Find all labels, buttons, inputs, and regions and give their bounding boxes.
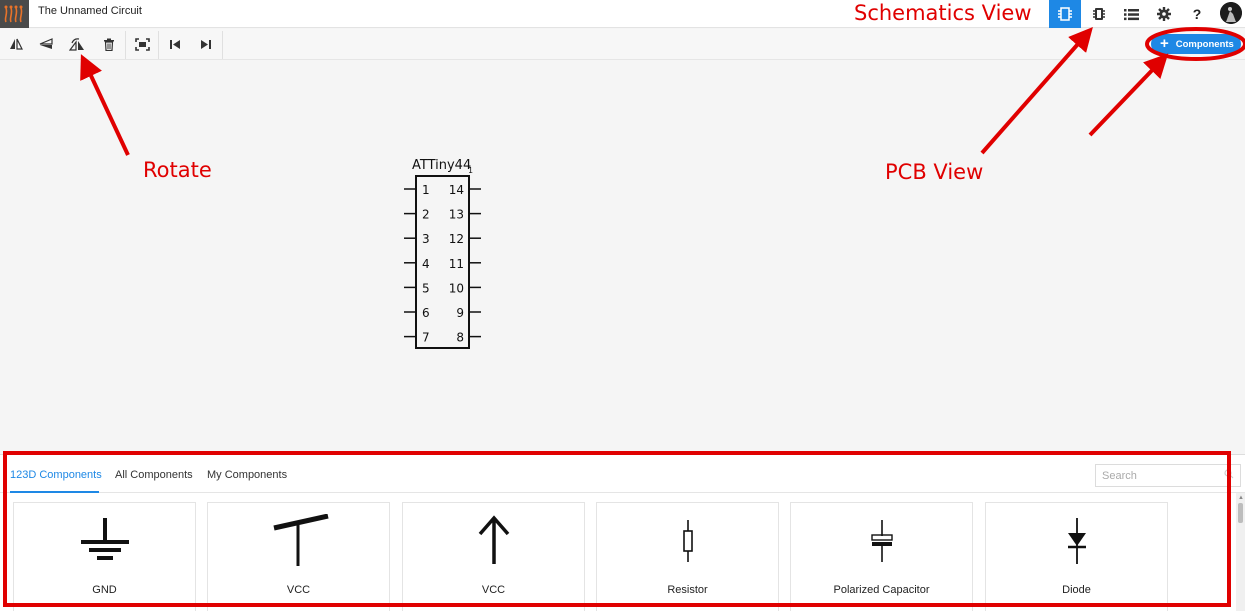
- plus-icon: +: [1160, 34, 1169, 52]
- app-logo[interactable]: [0, 0, 29, 28]
- component-card-resistor[interactable]: Resistor: [596, 502, 779, 611]
- vcc-arrow-symbol-icon: [478, 515, 509, 564]
- annotation-pcb-view: PCB View: [885, 160, 984, 184]
- pin-number: 12: [449, 232, 464, 246]
- component-card-gnd[interactable]: GND: [13, 502, 196, 611]
- ground-symbol-icon: [80, 518, 129, 560]
- pin-number: 3: [422, 232, 430, 246]
- pin-number: 11: [449, 257, 464, 271]
- component-label: GND: [92, 584, 117, 596]
- rotate-icon: [69, 37, 84, 51]
- pin-number: 10: [449, 281, 464, 295]
- avatar[interactable]: [1220, 2, 1242, 24]
- app-title[interactable]: The Unnamed Circuit: [38, 5, 142, 17]
- pin-number: 2: [422, 208, 430, 222]
- pin-number: 14: [449, 183, 464, 197]
- skip-forward-icon: [201, 39, 211, 49]
- fit-to-screen-button[interactable]: [126, 29, 158, 59]
- schematic-canvas[interactable]: ATTiny44 1 1234567 14 13 12 11 10 9 8: [0, 61, 1245, 454]
- skip-forward-button[interactable]: [190, 29, 222, 59]
- component-card-vcc-arrow[interactable]: VCC: [402, 502, 585, 611]
- component-card-diode[interactable]: Diode: [985, 502, 1168, 611]
- annotation-rotate: Rotate: [143, 158, 212, 182]
- active-tab-indicator: [10, 491, 99, 493]
- component-label: Polarized Capacitor: [833, 584, 930, 596]
- pin-number: 7: [422, 331, 430, 345]
- delete-button[interactable]: [93, 29, 125, 59]
- scroll-thumb[interactable]: [1238, 503, 1243, 523]
- pin-number: 8: [456, 331, 464, 345]
- fit-to-screen-icon: [134, 37, 150, 51]
- search-input[interactable]: [1095, 464, 1241, 487]
- flip-horizontal-icon: [10, 38, 23, 50]
- attiny44-part[interactable]: ATTiny44 1 1234567 141312111098: [400, 155, 490, 355]
- component-cards: GND VCC VCC Resistor Polarized Capacitor…: [0, 502, 1236, 611]
- component-label: Diode: [1062, 584, 1091, 596]
- search-icon: [1224, 469, 1234, 479]
- components-button-label: Components: [1175, 38, 1234, 50]
- vcc-bar-symbol-icon: [272, 514, 329, 566]
- help-button[interactable]: ?: [1181, 0, 1213, 28]
- tab-all-components[interactable]: All Components: [115, 469, 193, 481]
- pin-number: 9: [456, 306, 464, 320]
- app-window: The Unnamed Circuit ? + Components ATTin…: [0, 0, 1245, 611]
- settings-button[interactable]: [1148, 0, 1180, 28]
- resistor-symbol-icon: [682, 520, 693, 562]
- pin-number: 4: [422, 257, 430, 271]
- gear-icon: [1157, 7, 1171, 21]
- flip-vertical-icon: [39, 38, 53, 49]
- scroll-up-icon[interactable]: ▲: [1238, 495, 1244, 501]
- trash-icon: [104, 38, 114, 51]
- rotate-button[interactable]: [61, 29, 93, 59]
- polarized-capacitor-symbol-icon: [870, 520, 893, 562]
- components-panel: 123D Components All Components My Compon…: [0, 454, 1245, 611]
- schematic-view-button[interactable]: [1049, 0, 1081, 28]
- pin-number: 13: [449, 208, 464, 222]
- right-pins-group: 14 13 12 11 10 9 8: [449, 183, 481, 345]
- schematic-chip-icon: [1058, 7, 1072, 21]
- panel-tabs: 123D Components All Components My Compon…: [0, 455, 1245, 493]
- component-label: VCC: [481, 584, 506, 596]
- annotation-schematics-view: Schematics View: [854, 1, 1032, 25]
- user-avatar-icon: [1220, 2, 1242, 24]
- part-index: 1: [468, 166, 473, 175]
- diode-symbol-icon: [1067, 518, 1086, 564]
- list-icon: [1123, 8, 1139, 20]
- tab-my-components[interactable]: My Components: [207, 469, 287, 481]
- component-label: Resistor: [667, 584, 708, 596]
- skip-back-button[interactable]: [159, 29, 191, 59]
- pin-number: 1: [422, 183, 430, 197]
- pin-number: 5: [422, 281, 430, 295]
- part-name: ATTiny44: [412, 158, 471, 173]
- tab-123d-components[interactable]: 123D Components: [10, 469, 102, 481]
- component-card-polarized-capacitor[interactable]: Polarized Capacitor: [790, 502, 973, 611]
- edit-toolbar: [0, 29, 1245, 60]
- skip-back-icon: [170, 39, 180, 49]
- components-button[interactable]: + Components: [1151, 34, 1241, 54]
- component-label: VCC: [286, 584, 311, 596]
- list-button[interactable]: [1115, 0, 1147, 28]
- panel-scrollbar[interactable]: ▲: [1236, 493, 1245, 611]
- flip-vertical-button[interactable]: [30, 29, 62, 59]
- top-bar: The Unnamed Circuit ?: [0, 0, 1245, 28]
- flip-horizontal-button[interactable]: [0, 29, 32, 59]
- component-card-vcc-bar[interactable]: VCC: [207, 502, 390, 611]
- pin-number: 6: [422, 306, 430, 320]
- pcb-chip-icon: [1093, 8, 1105, 20]
- pcb-view-button[interactable]: [1083, 0, 1115, 28]
